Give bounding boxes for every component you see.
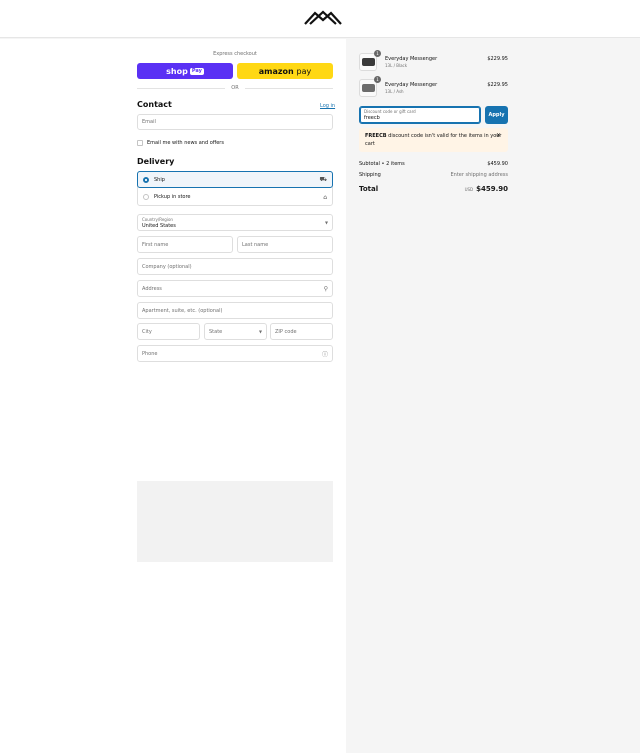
state-select[interactable]: State ▾ xyxy=(204,323,267,340)
item-variant: 13L / Black xyxy=(385,63,408,68)
shipping-row: Shipping Enter shipping address xyxy=(359,172,508,178)
close-icon[interactable]: ✕ xyxy=(496,132,501,140)
amazon-pay-brand: amazon pay xyxy=(258,66,312,76)
login-link[interactable]: Log in xyxy=(320,103,335,109)
chevron-down-icon: ▾ xyxy=(324,219,328,226)
error-code: FREECB xyxy=(365,133,387,139)
order-summary-lower xyxy=(386,380,640,753)
shipping-label: Shipping xyxy=(359,172,381,178)
shipping-value: Enter shipping address xyxy=(450,172,509,178)
item-variant: 13L / Ash xyxy=(385,89,404,94)
phone-field[interactable]: Phone ⓘ xyxy=(137,345,333,362)
item-name: Everyday Messenger xyxy=(385,56,438,62)
item-price: $229.95 xyxy=(487,82,508,88)
shop-pay-brand: shop xyxy=(166,66,188,76)
search-icon: ⚲ xyxy=(323,285,328,292)
cart-item: 1 Everyday Messenger 13L / Black $229.95 xyxy=(359,50,508,71)
form-panel-lower xyxy=(0,380,386,753)
or-divider: OR xyxy=(137,84,334,92)
zip-field[interactable]: ZIP code xyxy=(270,323,333,340)
chevron-down-icon: ▾ xyxy=(258,328,262,335)
total-row: Total USD $459.90 xyxy=(359,185,508,193)
first-name-field[interactable]: First name xyxy=(137,236,233,253)
delivery-method-group: Ship ⛟ Pickup in store ⌂ xyxy=(137,171,333,206)
quantity-badge: 1 xyxy=(374,50,381,57)
apply-discount-button[interactable]: Apply xyxy=(485,106,508,124)
newsletter-label: Email me with news and offers xyxy=(147,140,224,146)
delivery-option-pickup[interactable]: Pickup in store ⌂ xyxy=(138,189,332,205)
brand-logo-icon[interactable] xyxy=(301,8,345,30)
subtotal-row: Subtotal • 2 items $459.90 xyxy=(359,161,508,167)
truck-icon: ⛟ xyxy=(319,175,327,183)
contact-heading: Contact xyxy=(137,100,172,109)
last-name-field[interactable]: Last name xyxy=(237,236,333,253)
header xyxy=(0,0,640,38)
email-field[interactable]: Email xyxy=(137,114,333,130)
newsletter-checkbox-row[interactable]: Email me with news and offers xyxy=(137,140,224,146)
discount-code-input[interactable]: Discount code or gift card freecb xyxy=(359,106,481,124)
pickup-label: Pickup in store xyxy=(154,194,191,200)
cart-item: 1 Everyday Messenger 13L / Ash $229.95 xyxy=(359,76,508,97)
shop-pay-button[interactable]: shop Pay xyxy=(137,63,233,79)
apartment-field[interactable]: Apartment, suite, etc. (optional) xyxy=(137,302,333,319)
amazon-pay-button[interactable]: amazon pay xyxy=(237,63,333,79)
country-select[interactable]: Country/Region United States ▾ xyxy=(137,214,333,231)
help-icon[interactable]: ⓘ xyxy=(322,349,328,358)
subtotal-value: $459.90 xyxy=(487,161,508,167)
ship-label: Ship xyxy=(154,176,165,183)
delivery-option-ship[interactable]: Ship ⛟ xyxy=(137,171,333,188)
total-label: Total xyxy=(359,185,379,193)
delivery-heading: Delivery xyxy=(137,157,175,166)
ship-radio[interactable] xyxy=(143,176,149,183)
newsletter-checkbox[interactable] xyxy=(137,140,143,146)
discount-error-banner: FREECB discount code isn't valid for the… xyxy=(359,128,508,152)
item-name: Everyday Messenger xyxy=(385,82,438,88)
city-field[interactable]: City xyxy=(137,323,200,340)
address-field[interactable]: Address ⚲ xyxy=(137,280,333,297)
pickup-radio[interactable] xyxy=(143,194,149,200)
subtotal-label: Subtotal • 2 items xyxy=(359,161,405,167)
placeholder-block xyxy=(137,481,333,562)
shop-pay-badge: Pay xyxy=(189,67,204,75)
express-checkout-label: Express checkout xyxy=(213,51,257,57)
store-icon: ⌂ xyxy=(323,193,327,201)
item-price: $229.95 xyxy=(487,56,508,62)
quantity-badge: 1 xyxy=(374,76,381,83)
total-currency: USD xyxy=(464,187,474,192)
total-value: $459.90 xyxy=(476,185,508,193)
company-field[interactable]: Company (optional) xyxy=(137,258,333,275)
